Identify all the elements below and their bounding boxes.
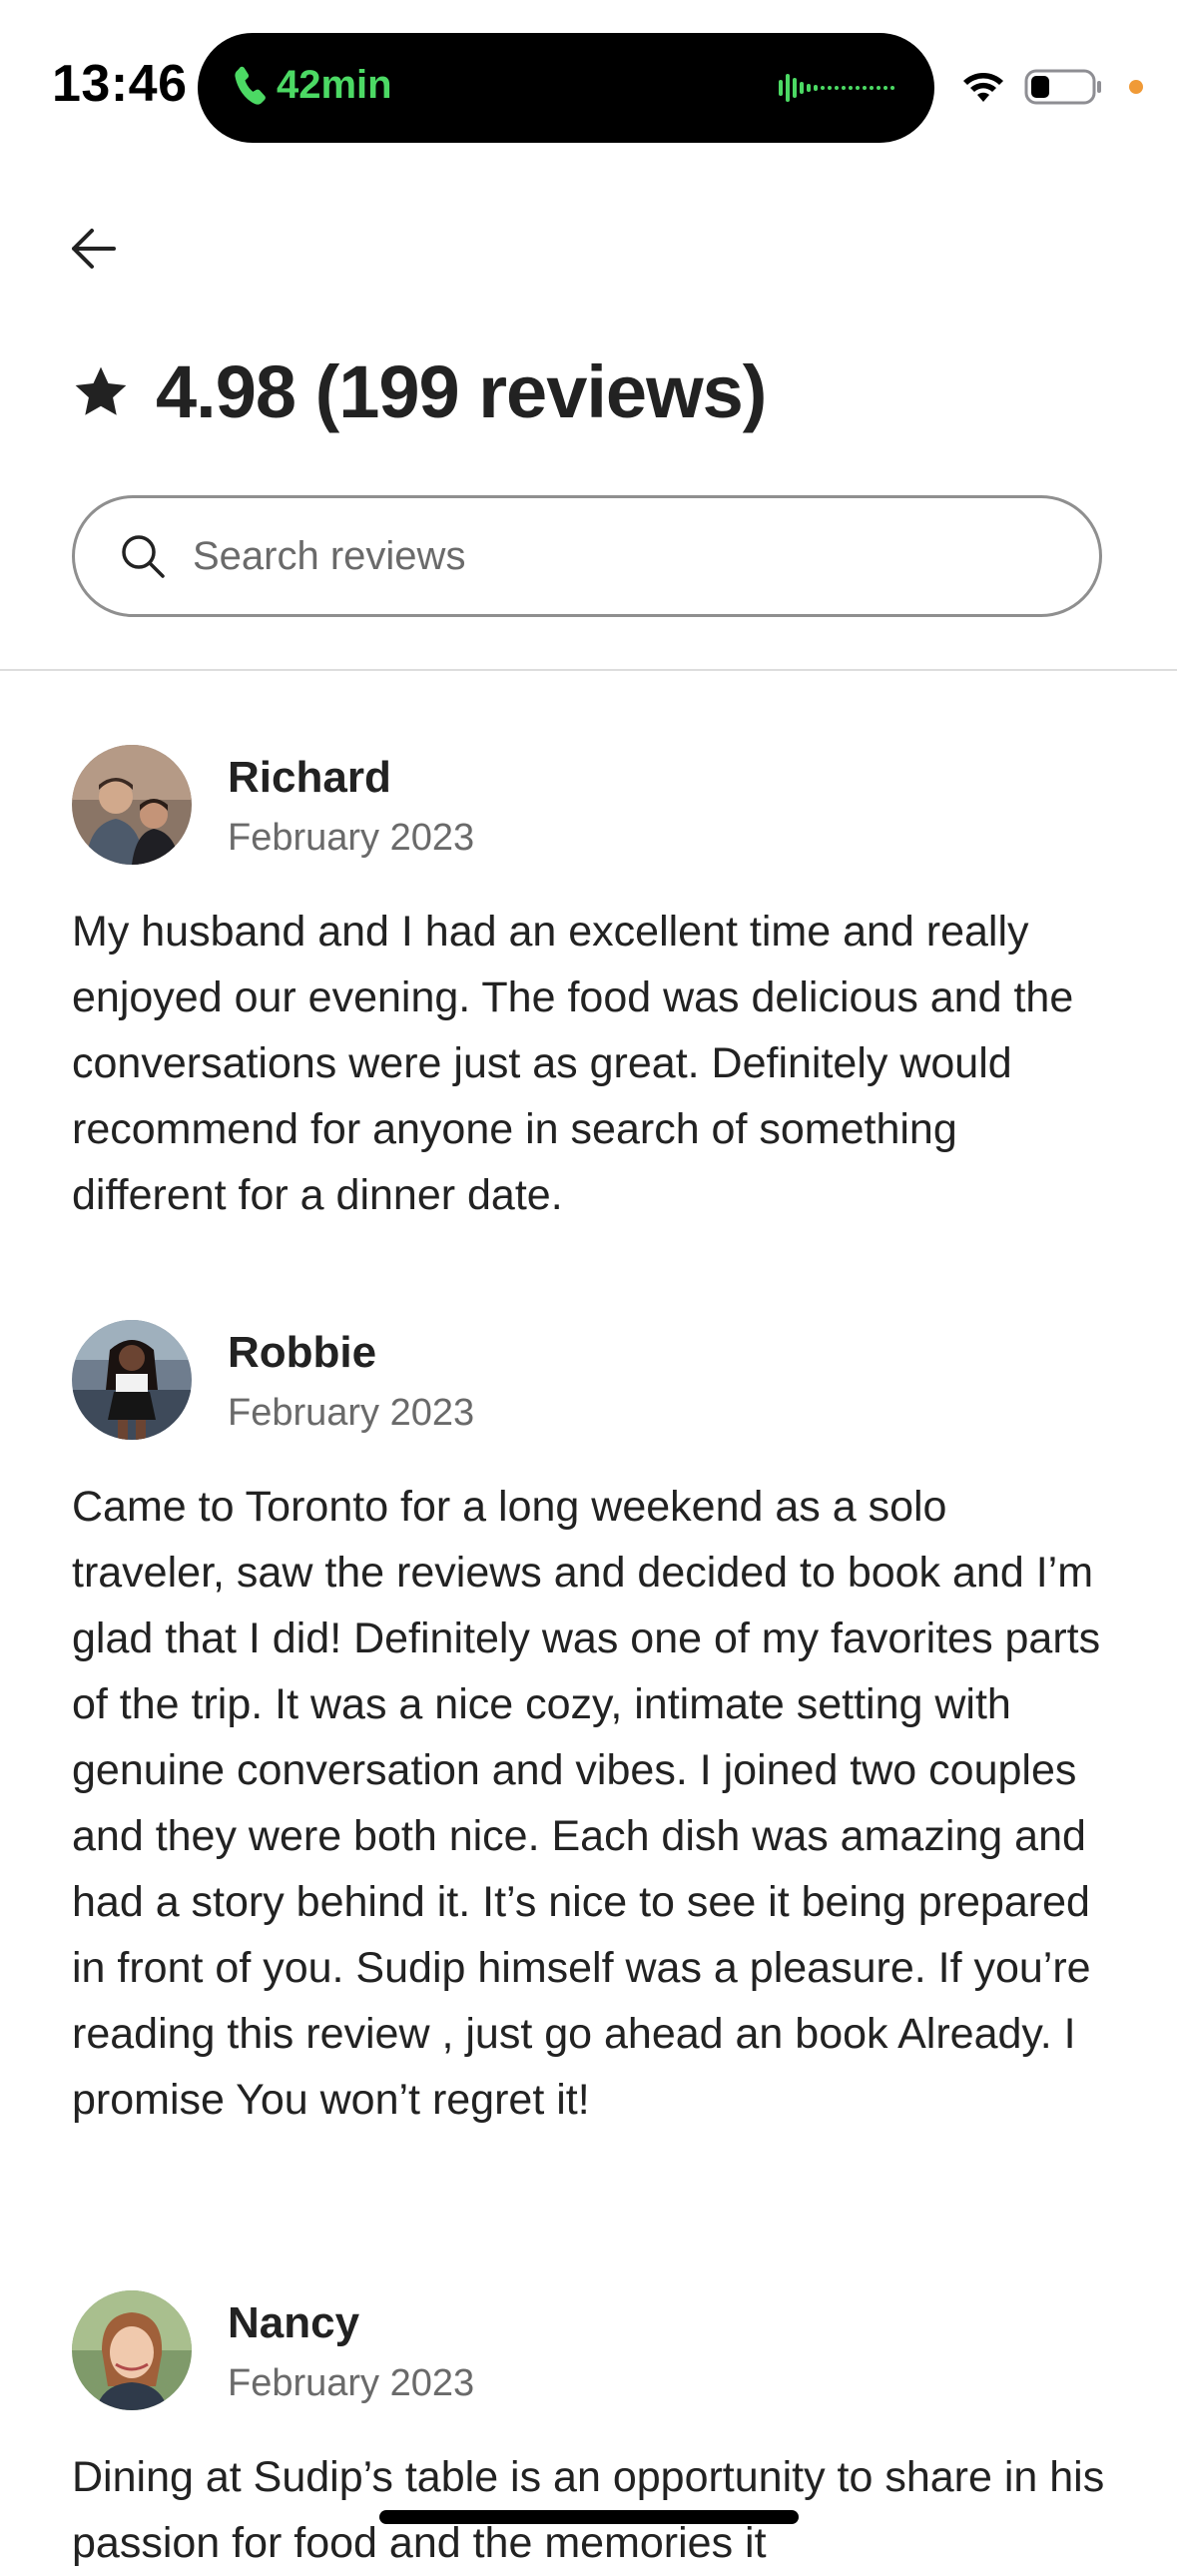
phone-icon (235, 66, 266, 105)
privacy-indicator-dot (1129, 80, 1143, 94)
back-button[interactable] (62, 218, 124, 280)
star-icon (75, 366, 127, 415)
search-icon (122, 535, 165, 578)
avatar[interactable] (72, 2290, 192, 2410)
avatar[interactable] (72, 1320, 192, 1440)
review-header: Robbie February 2023 (72, 1320, 1110, 1440)
review-header: Richard February 2023 (72, 745, 1110, 865)
dynamic-island-call[interactable]: 42min (198, 33, 934, 143)
review-card: Richard February 2023 My husband and I h… (72, 745, 1110, 1228)
review-date: February 2023 (228, 2362, 475, 2404)
review-text: My husband and I had an excellent time a… (72, 908, 1074, 1219)
home-indicator[interactable] (379, 2510, 799, 2524)
wifi-icon (963, 73, 1003, 102)
review-card: Robbie February 2023 Came to Toronto for… (72, 1320, 1110, 2133)
call-duration: 42min (277, 63, 392, 107)
divider (0, 669, 1177, 671)
reviewer-name: Richard (228, 753, 391, 802)
review-header: Nancy February 2023 (72, 2290, 1110, 2410)
review-card: Nancy February 2023 Dining at Sudip’s ta… (72, 2290, 1110, 2576)
review-date: February 2023 (228, 817, 475, 859)
avatar[interactable] (72, 745, 192, 865)
audio-waveform-icon (779, 74, 894, 102)
review-date: February 2023 (228, 1392, 475, 1434)
rating-summary: 4.98 (199 reviews) (156, 350, 767, 433)
battery-icon (1024, 69, 1101, 105)
search-box[interactable] (72, 495, 1102, 617)
reviewer-name: Robbie (228, 1328, 377, 1377)
status-time: 13:46 (52, 55, 188, 113)
review-text: Came to Toronto for a long weekend as a … (72, 1483, 1101, 2124)
search-input[interactable] (191, 532, 1099, 580)
rating-heading: 4.98 (199 reviews) (72, 349, 767, 434)
reviewer-name: Nancy (228, 2298, 360, 2347)
status-bar: 13:46 42min (0, 0, 1177, 150)
arrow-left-icon (72, 229, 116, 269)
